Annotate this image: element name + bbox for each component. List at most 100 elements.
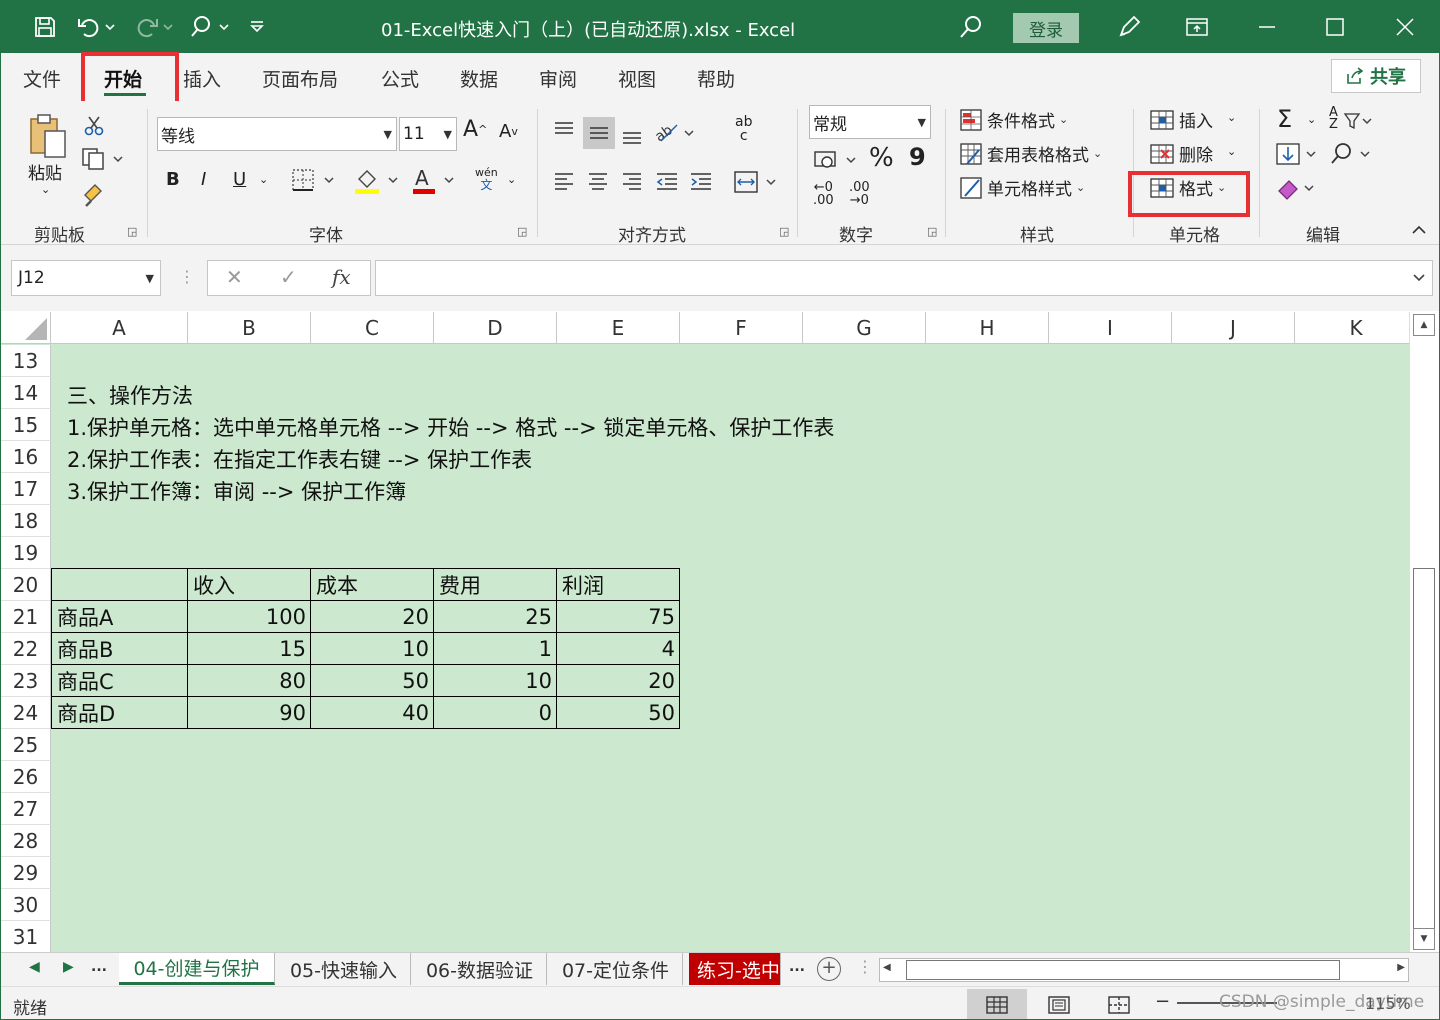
column-header[interactable]: A <box>51 312 188 344</box>
row-header[interactable]: 24 <box>1 697 51 729</box>
row-header[interactable]: 29 <box>1 857 51 889</box>
sheet-tab-06[interactable]: 06-数据验证 <box>413 953 547 985</box>
row-header[interactable]: 13 <box>1 345 51 377</box>
tab-page-layout[interactable]: 页面布局 <box>262 65 338 92</box>
undo-icon[interactable] <box>73 11 119 43</box>
table-cell[interactable]: 50 <box>557 697 680 729</box>
underline-button[interactable]: U <box>233 169 246 190</box>
format-painter-icon[interactable] <box>81 181 107 207</box>
table-cell[interactable]: 80 <box>188 665 311 697</box>
cell-styles-button[interactable]: 单元格样式 ⌄ <box>959 175 1085 200</box>
clipboard-launcher-icon[interactable]: ◲ <box>127 225 137 238</box>
align-right-icon[interactable] <box>621 171 643 193</box>
cancel-formula-button[interactable]: ✕ <box>226 265 243 289</box>
font-launcher-icon[interactable]: ◲ <box>517 225 527 238</box>
table-cell[interactable]: 1 <box>434 633 557 665</box>
sheet-tab-05[interactable]: 05-快速输入 <box>277 953 411 985</box>
cut-icon[interactable] <box>83 115 105 137</box>
insert-function-button[interactable]: fx <box>332 265 351 289</box>
column-header[interactable]: K <box>1295 312 1409 344</box>
tab-help[interactable]: 帮助 <box>697 65 735 92</box>
column-header[interactable]: I <box>1049 312 1172 344</box>
column-header[interactable]: B <box>188 312 311 344</box>
align-top-icon[interactable] <box>553 119 575 141</box>
tab-splitter-icon[interactable]: ⋮ <box>857 957 873 976</box>
row-header[interactable]: 14 <box>1 377 51 409</box>
alignment-launcher-icon[interactable]: ◲ <box>779 225 789 238</box>
ribbon-display-options-icon[interactable] <box>1177 9 1217 45</box>
paste-chevron-icon[interactable]: ⌄ <box>41 183 50 196</box>
align-bottom-icon[interactable] <box>621 125 643 147</box>
table-cell[interactable]: 90 <box>188 697 311 729</box>
pen-icon[interactable] <box>1113 11 1145 43</box>
align-center-icon[interactable] <box>587 171 609 193</box>
table-cell[interactable]: 10 <box>311 633 434 665</box>
column-header[interactable]: E <box>557 312 680 344</box>
bold-button[interactable]: B <box>166 169 180 190</box>
row-header[interactable]: 31 <box>1 921 51 952</box>
table-cell[interactable]: 商品D <box>51 697 188 729</box>
underline-chevron-icon[interactable]: ⌄ <box>259 173 268 186</box>
increase-indent-icon[interactable] <box>689 171 713 193</box>
delete-cells-button[interactable]: 删除 <box>1149 141 1213 166</box>
table-cell[interactable]: 25 <box>434 601 557 633</box>
row-header[interactable]: 15 <box>1 409 51 441</box>
comma-style-button[interactable]: 9 <box>909 143 926 171</box>
customize-toolbar-icon[interactable] <box>245 11 269 43</box>
tell-me-search-icon[interactable] <box>955 11 987 43</box>
shrink-font-button[interactable]: Av <box>499 121 518 142</box>
autosum-button[interactable]: Σ <box>1277 105 1292 133</box>
tab-formulas[interactable]: 公式 <box>381 65 419 92</box>
close-icon[interactable] <box>1385 9 1425 45</box>
paste-label[interactable]: 粘贴 <box>28 159 62 184</box>
align-left-icon[interactable] <box>553 171 575 193</box>
enter-formula-button[interactable]: ✓ <box>280 265 297 289</box>
scroll-up-icon[interactable]: ▲ <box>1413 314 1435 336</box>
sheet-tab-04[interactable]: 04-创建与保护 <box>119 953 275 985</box>
font-size-dropdown[interactable]: 11 ▼ <box>399 117 457 151</box>
next-sheet-icon[interactable]: ▶ <box>63 959 74 975</box>
minimize-icon[interactable] <box>1247 9 1287 45</box>
sort-filter-button[interactable]: AZ <box>1329 106 1338 131</box>
tab-data[interactable]: 数据 <box>460 65 498 92</box>
table-cell[interactable]: 20 <box>557 665 680 697</box>
table-cell[interactable]: 4 <box>557 633 680 665</box>
table-cell[interactable]: 15 <box>188 633 311 665</box>
sheet-tab-practice[interactable]: 练习-选中 <box>689 953 781 985</box>
column-header[interactable]: H <box>926 312 1049 344</box>
vertical-scroll-thumb[interactable] <box>1413 568 1435 932</box>
worksheet-grid[interactable]: A B C D E F G H I J K 13 14 15 16 17 18 19 20 21 22 23 24 25 26 2… <box>1 312 1409 952</box>
page-layout-view-icon[interactable] <box>1029 989 1089 1019</box>
page-break-view-icon[interactable] <box>1089 989 1149 1019</box>
column-header[interactable]: C <box>311 312 434 344</box>
horizontal-scrollbar[interactable]: ◀ ▶ <box>879 958 1409 982</box>
paste-icon[interactable] <box>25 111 69 159</box>
table-header-cell[interactable]: 收入 <box>188 569 311 601</box>
formula-bar-splitter-icon[interactable]: ⋮ <box>179 267 195 286</box>
table-header-cell[interactable]: 利润 <box>557 569 680 601</box>
row-header[interactable]: 22 <box>1 633 51 665</box>
row-header[interactable]: 25 <box>1 729 51 761</box>
borders-icon[interactable] <box>291 167 337 193</box>
column-header[interactable]: F <box>680 312 803 344</box>
table-cell[interactable]: 40 <box>311 697 434 729</box>
table-cell[interactable]: 0 <box>434 697 557 729</box>
row-header[interactable]: 28 <box>1 825 51 857</box>
copy-icon[interactable] <box>81 147 123 171</box>
italic-button[interactable]: I <box>201 169 206 190</box>
format-as-table-button[interactable]: 套用表格格式 ⌄ <box>959 141 1102 166</box>
fill-color-icon[interactable] <box>353 165 401 195</box>
row-header[interactable]: 27 <box>1 793 51 825</box>
table-cell[interactable]: 商品B <box>51 633 188 665</box>
expand-formula-bar-icon[interactable] <box>1412 273 1426 283</box>
column-header[interactable]: J <box>1172 312 1295 344</box>
table-cell[interactable]: 75 <box>557 601 680 633</box>
select-all-corner[interactable] <box>1 312 51 344</box>
redo-icon[interactable] <box>131 11 177 43</box>
insert-cells-button[interactable]: 插入 <box>1149 107 1213 132</box>
zoom-level[interactable]: 115% <box>1365 994 1411 1013</box>
table-cell[interactable]: 商品A <box>51 601 188 633</box>
row-header[interactable]: 30 <box>1 889 51 921</box>
table-header-cell[interactable]: 费用 <box>434 569 557 601</box>
save-icon[interactable] <box>29 11 61 43</box>
